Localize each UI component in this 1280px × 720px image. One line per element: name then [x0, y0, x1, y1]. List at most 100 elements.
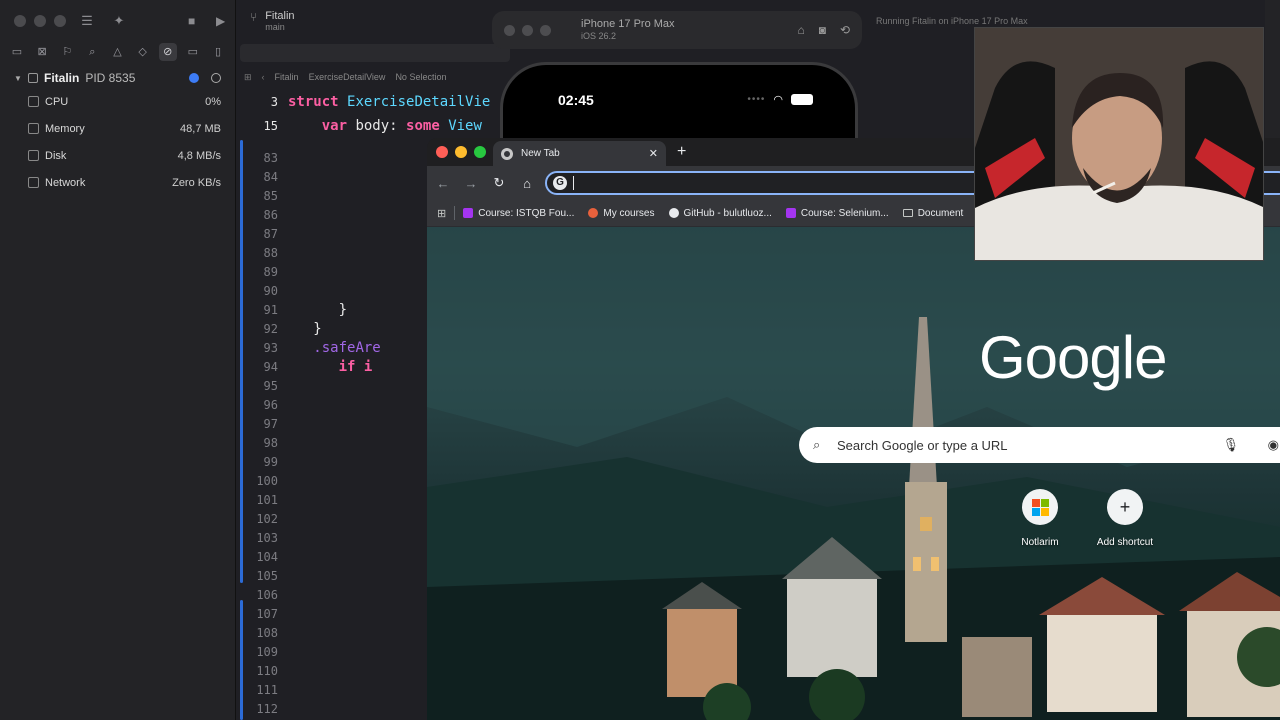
memory-icon [28, 123, 39, 134]
microsoft-icon [1022, 489, 1058, 525]
back-icon[interactable]: ← [436, 176, 450, 191]
debug-gauges: CPU 0% Memory 48,7 MB Disk 4,8 MB/s Netw… [14, 88, 221, 196]
jumpbar-selection[interactable]: No Selection [395, 72, 446, 82]
code-line: 110 [236, 661, 288, 680]
issue-icon[interactable]: △ [109, 43, 127, 61]
bookmark-item[interactable]: Course: ISTQB Fou... [463, 208, 574, 219]
project-title[interactable]: ⑂ Fitalin main [250, 10, 295, 32]
code-line: 112 [236, 699, 288, 718]
shortcut-label: Add shortcut [1096, 537, 1154, 548]
stop-icon[interactable]: ■ [188, 12, 202, 30]
bookmark-item[interactable]: Course: Selenium... [785, 208, 889, 219]
close-button[interactable] [504, 24, 515, 36]
breakpoint-icon[interactable]: ▭ [184, 43, 202, 61]
gauge-cpu[interactable]: CPU 0% [14, 88, 221, 115]
gauge-label: CPU [45, 95, 69, 108]
code-line: 101 [236, 490, 288, 509]
apps-grid-icon[interactable]: ⊞ [437, 207, 446, 220]
screenshot-icon[interactable]: ◙ [819, 23, 826, 37]
gauge-network[interactable]: Network Zero KB/s [14, 169, 221, 196]
gauge-label: Disk [45, 149, 67, 162]
info-icon[interactable] [189, 73, 199, 83]
courses-icon [588, 208, 599, 218]
new-tab-button[interactable]: + [677, 143, 686, 161]
jumpbar-file[interactable]: ExerciseDetailView [309, 72, 386, 82]
ntp-search-box[interactable]: ⌕ Search Google or type a URL 🎙 ◉ [799, 427, 1280, 463]
code-line: 111 [236, 680, 288, 699]
xcode-navigator: ☰ ✦ ■ ▶ ▭ ⊠ ⚐ ⌕ △ ◇ ⊘ ▭ ▯ ▼ Fitalin PID … [0, 0, 236, 720]
find-icon[interactable]: ⌕ [83, 43, 101, 61]
omnibox-input[interactable] [578, 176, 978, 190]
run-icon[interactable]: ▶ [216, 12, 230, 30]
navigator-tabs: ▭ ⊠ ⚐ ⌕ △ ◇ ⊘ ▭ ▯ [8, 42, 227, 62]
forward-icon[interactable]: → [464, 176, 478, 191]
device-name: iPhone 17 Pro Max [581, 18, 675, 30]
debug-icon[interactable]: ⊘ [158, 43, 177, 61]
test-icon[interactable]: ◇ [134, 43, 152, 61]
zoom-button[interactable] [540, 24, 551, 36]
device-os: iOS 26.2 [581, 31, 617, 41]
project-name: Fitalin [265, 10, 295, 22]
bookmark-icon[interactable]: ⚐ [58, 43, 76, 61]
reload-icon[interactable]: ↻ [492, 175, 506, 191]
target-icon[interactable] [211, 73, 221, 83]
code-line: 102 [236, 509, 288, 528]
gauge-label: Network [45, 176, 86, 189]
rotate-icon[interactable]: ⟲ [840, 23, 850, 37]
grid-icon[interactable]: ⊞ [244, 72, 252, 83]
home-icon[interactable]: ⌂ [520, 176, 534, 191]
gauge-disk[interactable]: Disk 4,8 MB/s [14, 142, 221, 169]
chevron-down-icon[interactable]: ▼ [14, 74, 22, 83]
minimize-button[interactable] [34, 15, 46, 27]
code-line: 15 var body: some View [263, 117, 482, 134]
microphone-icon[interactable]: 🎙 [1222, 437, 1239, 453]
zoom-button[interactable] [474, 146, 486, 158]
minimize-button[interactable] [455, 146, 467, 158]
source-control-icon[interactable]: ⊠ [33, 43, 51, 61]
code-line: 83 [236, 148, 288, 167]
google-logo: Google [979, 324, 1167, 391]
bookmark-item[interactable]: My courses [588, 208, 655, 219]
code-line: 89 [236, 262, 288, 281]
zoom-button[interactable] [54, 15, 66, 27]
text-caret [573, 176, 574, 190]
google-icon: G [553, 176, 567, 190]
code-line: 98 [236, 433, 288, 452]
sparkle-icon[interactable]: ✦ [110, 12, 128, 30]
folder-icon[interactable]: ▭ [8, 43, 26, 61]
code-line: 97 [236, 414, 288, 433]
bookmark-item[interactable]: GitHub - bulutluoz... [668, 208, 772, 219]
jumpbar-project[interactable]: Fitalin [275, 72, 299, 82]
chrome-window-controls [436, 146, 486, 158]
close-icon[interactable]: ✕ [649, 147, 658, 160]
branch-icon: ⑂ [250, 10, 258, 24]
code-line: 96 [236, 395, 288, 414]
minimize-button[interactable] [522, 24, 533, 36]
code-line: 3 struct ExerciseDetailVie [270, 93, 491, 110]
shortcut-label: Notlarim [1021, 537, 1059, 548]
simulator-device-label: iPhone 17 Pro Max iOS 26.2 [581, 18, 675, 42]
code-line: 109 [236, 642, 288, 661]
add-shortcut-button[interactable]: + Add shortcut [1083, 489, 1167, 548]
tab-title: New Tab [521, 148, 560, 159]
gauge-value: 4,8 MB/s [177, 149, 221, 162]
sidebar-toggle-icon[interactable]: ☰ [78, 12, 96, 30]
run-status: Running Fitalin on iPhone 17 Pro Max [876, 16, 1028, 26]
tab-new-tab[interactable]: New Tab ✕ [493, 141, 666, 166]
report-icon[interactable]: ▯ [209, 43, 227, 61]
shortcut-notlarim[interactable]: Notlarim [998, 489, 1082, 548]
gauge-value: 0% [205, 95, 221, 108]
process-row[interactable]: ▼ Fitalin PID 8535 [14, 70, 221, 86]
xcode-toolbar-left: ☰ ✦ [78, 12, 128, 30]
gauge-memory[interactable]: Memory 48,7 MB [14, 115, 221, 142]
code-line: 86 [236, 205, 288, 224]
home-icon[interactable]: ⌂ [797, 23, 804, 37]
code-line: 92 } [236, 319, 322, 338]
bookmark-item[interactable]: Document [902, 208, 963, 219]
desktop: ☰ ✦ ■ ▶ ▭ ⊠ ⚐ ⌕ △ ◇ ⊘ ▭ ▯ ▼ Fitalin PID … [0, 0, 1280, 720]
close-button[interactable] [14, 15, 26, 27]
lens-icon[interactable]: ◉ [1268, 437, 1279, 453]
back-icon[interactable]: ‹ [262, 72, 265, 82]
close-button[interactable] [436, 146, 448, 158]
code-line: 99 [236, 452, 288, 471]
